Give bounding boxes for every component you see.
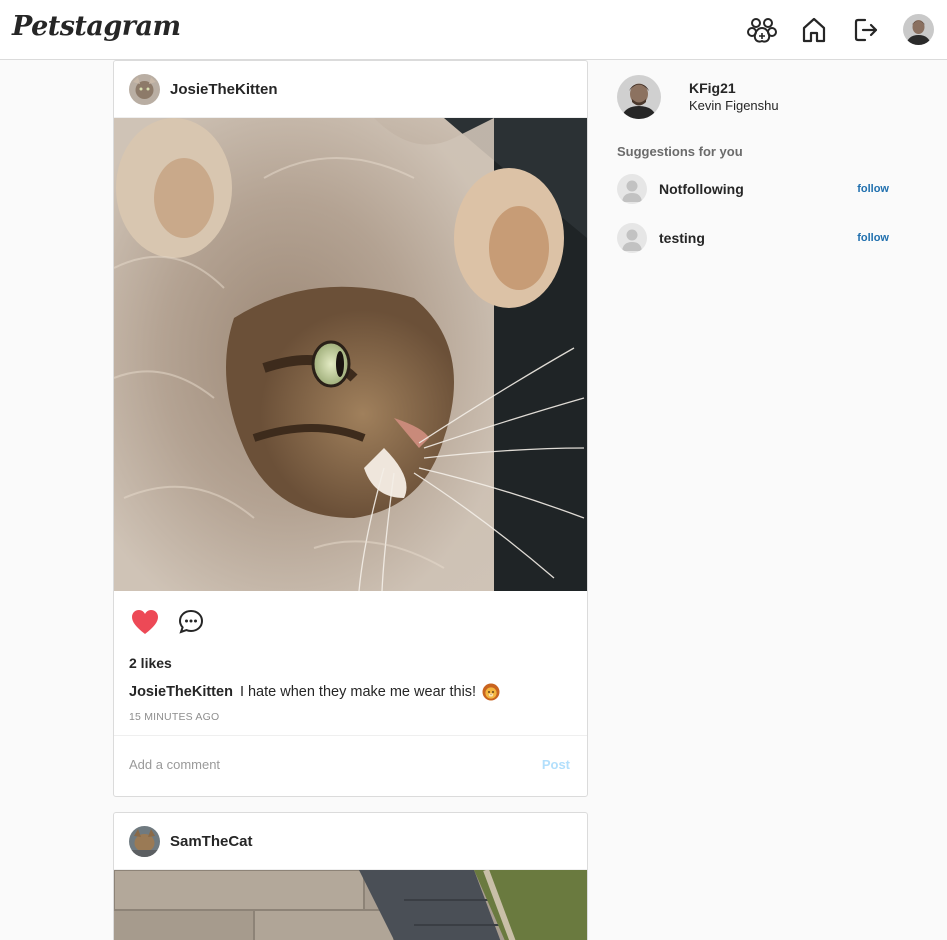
post-author-username[interactable]: JosieTheKitten [170,81,278,98]
feed-post: JosieTheKitten 2 likes JosieTheKitten I … [113,60,588,797]
follow-button[interactable]: follow [857,183,889,195]
feed-post: SamTheCat [113,812,588,940]
top-navigation-bar: Petstagram [0,0,947,60]
follow-button[interactable]: follow [857,232,889,244]
suggestion-item: Notfollowing follow [617,174,889,204]
new-post-paw-icon[interactable] [746,14,778,46]
caption-username[interactable]: JosieTheKitten [129,681,233,703]
caption-text: I hate when they make me wear this! [239,684,477,700]
post-header: JosieTheKitten [114,61,587,118]
suggestion-username[interactable]: testing [659,230,857,246]
app-logo[interactable]: Petstagram [12,11,181,42]
suggestion-username[interactable]: Notfollowing [659,181,857,197]
comment-input[interactable] [129,756,542,772]
post-photo[interactable] [114,870,587,940]
suggestion-item: testing follow [617,223,889,253]
post-photo[interactable] [114,118,587,591]
post-caption: JosieTheKitten I hate when they make me … [114,681,587,703]
nav-profile-avatar[interactable] [903,14,934,45]
post-comment-button[interactable]: Post [542,757,570,772]
suggestions-heading: Suggestions for you [617,144,743,159]
post-author-avatar[interactable] [129,73,160,105]
add-comment-bar: Post [114,735,587,792]
post-author-avatar[interactable] [129,825,160,857]
sidebar: KFig21 Kevin Figenshu Suggestions for yo… [617,74,889,253]
default-user-avatar-icon[interactable] [617,174,647,204]
post-timestamp: 15 MINUTES AGO [129,711,220,723]
current-user-username[interactable]: KFig21 [689,80,779,97]
post-actions [114,591,587,653]
comment-bubble-icon[interactable] [176,607,206,637]
home-icon[interactable] [798,14,830,46]
likes-count[interactable]: 2 likes [114,653,587,673]
post-header: SamTheCat [114,813,587,870]
current-user-full-name: Kevin Figenshu [689,98,779,113]
lion-face-emoji-icon [482,683,500,701]
default-user-avatar-icon[interactable] [617,223,647,253]
like-heart-icon[interactable] [130,607,160,637]
post-author-username[interactable]: SamTheCat [170,833,253,850]
current-user-avatar[interactable] [617,75,661,119]
logout-icon[interactable] [850,14,882,46]
current-user-profile: KFig21 Kevin Figenshu [617,74,889,120]
